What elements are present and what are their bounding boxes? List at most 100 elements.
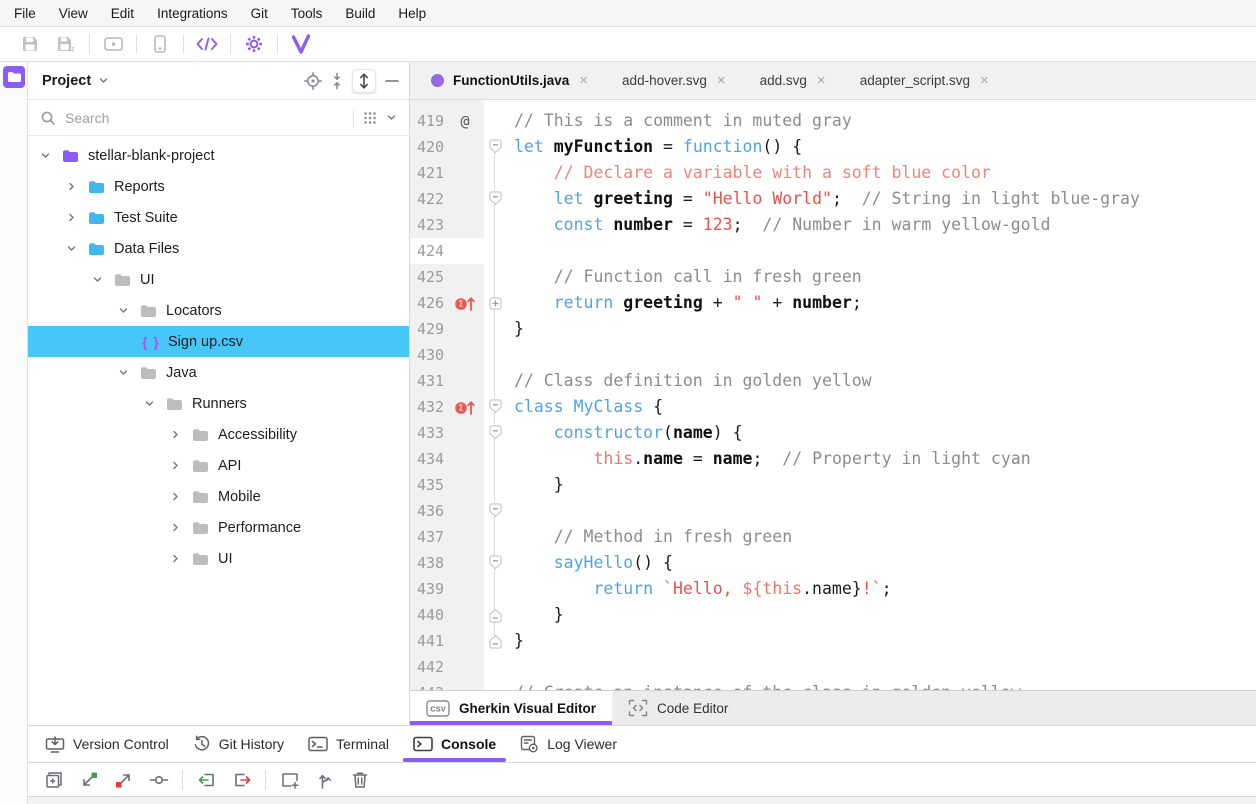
code-line-437[interactable]: 437 // Method in fresh green xyxy=(410,524,1256,550)
tree-item-ui[interactable]: UI xyxy=(28,543,409,574)
code-line-430[interactable]: 430 xyxy=(410,342,1256,368)
breakpoint-icon[interactable]: Σ xyxy=(450,399,480,416)
editor-tab-add-hover-svg[interactable]: add-hover.svg× xyxy=(605,62,743,99)
toolbar-button-v-logo-icon[interactable] xyxy=(283,34,319,54)
tool-window-tab-git-history[interactable]: Git History xyxy=(181,726,296,762)
tool-window-tab-log-viewer[interactable]: Log Viewer xyxy=(508,726,629,762)
panel-button-hide-panel-icon[interactable] xyxy=(385,72,399,90)
fold-minus-icon[interactable] xyxy=(484,186,506,212)
console-button-trash-icon[interactable] xyxy=(342,771,377,789)
editor-tab-functionutils-java[interactable]: FunctionUtils.java× xyxy=(414,62,605,99)
toolbar-button-code-xml-icon[interactable] xyxy=(189,36,225,52)
project-tool-button[interactable] xyxy=(3,66,25,88)
editor-tab-add-svg[interactable]: add.svg× xyxy=(743,62,843,99)
console-button-new-window-icon[interactable] xyxy=(36,770,71,790)
code-line-433[interactable]: 433 constructor(name) { xyxy=(410,420,1256,446)
menu-item-view[interactable]: View xyxy=(59,6,88,21)
tree-item-reports[interactable]: Reports xyxy=(28,171,409,202)
close-tab-icon[interactable]: × xyxy=(579,72,588,89)
code-line-442[interactable]: 442 xyxy=(410,654,1256,680)
fold-plus-icon[interactable] xyxy=(484,290,506,316)
menu-item-file[interactable]: File xyxy=(14,6,36,21)
console-button-add-tab-icon[interactable] xyxy=(272,771,307,789)
code-line-421[interactable]: 421 // Declare a variable with a soft bl… xyxy=(410,160,1256,186)
console-button-fork-arrow-icon[interactable] xyxy=(307,771,342,789)
tree-item-performance[interactable]: Performance xyxy=(28,512,409,543)
search-grid-icon[interactable] xyxy=(363,111,377,125)
code-line-434[interactable]: 434 this.name = name; // Property in lig… xyxy=(410,446,1256,472)
code-line-432[interactable]: 432Σclass MyClass { xyxy=(410,394,1256,420)
toolbar-button-mobile-icon[interactable] xyxy=(142,35,178,53)
tree-item-mobile[interactable]: Mobile xyxy=(28,481,409,512)
editor-tab-adapter-script-svg[interactable]: adapter_script.svg× xyxy=(843,62,1006,99)
chevron-down-icon[interactable] xyxy=(142,398,156,409)
tool-window-tab-terminal[interactable]: Terminal xyxy=(296,726,401,762)
menu-item-help[interactable]: Help xyxy=(398,6,426,21)
close-tab-icon[interactable]: × xyxy=(717,72,726,89)
fold-end-icon[interactable] xyxy=(484,628,506,654)
fold-minus-icon[interactable] xyxy=(484,550,506,576)
toolbar-button-gear-icon[interactable] xyxy=(236,34,272,54)
menu-item-edit[interactable]: Edit xyxy=(111,6,134,21)
fold-end-icon[interactable] xyxy=(484,602,506,628)
code-line-423[interactable]: 423 const number = 123; // Number in war… xyxy=(410,212,1256,238)
menu-item-build[interactable]: Build xyxy=(345,6,375,21)
chevron-right-icon[interactable] xyxy=(64,212,78,223)
menu-item-tools[interactable]: Tools xyxy=(291,6,323,21)
code-line-425[interactable]: 425 // Function call in fresh green xyxy=(410,264,1256,290)
console-button-import-icon[interactable] xyxy=(189,771,224,789)
panel-button-collapse-all-icon[interactable] xyxy=(331,72,343,90)
code-line-431[interactable]: 431// Class definition in golden yellow xyxy=(410,368,1256,394)
search-input[interactable]: Search xyxy=(65,110,109,126)
tree-item-ui[interactable]: UI xyxy=(28,264,409,295)
tree-item-java[interactable]: Java xyxy=(28,357,409,388)
code-line-424[interactable]: 424 xyxy=(410,238,1256,264)
tool-window-tab-console[interactable]: Console xyxy=(401,726,508,762)
tree-item-test-suite[interactable]: Test Suite xyxy=(28,202,409,233)
code-line-436[interactable]: 436 xyxy=(410,498,1256,524)
fold-minus-icon[interactable] xyxy=(484,498,506,524)
tree-item-stellar-blank-project[interactable]: stellar-blank-project xyxy=(28,140,409,171)
chevron-down-icon[interactable] xyxy=(116,367,130,378)
panel-button-expand-all-icon[interactable] xyxy=(352,69,376,93)
toolbar-button-monitor-icon[interactable] xyxy=(95,36,131,52)
menu-item-git[interactable]: Git xyxy=(251,6,268,21)
chevron-right-icon[interactable] xyxy=(168,491,182,502)
toolbar-button-save-all-icon[interactable] xyxy=(48,35,84,53)
code-line-441[interactable]: 441} xyxy=(410,628,1256,654)
console-button-commit-node-icon[interactable] xyxy=(141,774,176,786)
code-line-439[interactable]: 439 return `Hello, ${this.name}!`; xyxy=(410,576,1256,602)
chevron-down-icon[interactable] xyxy=(64,243,78,254)
chevron-right-icon[interactable] xyxy=(64,181,78,192)
close-tab-icon[interactable]: × xyxy=(980,72,989,89)
code-line-440[interactable]: 440 } xyxy=(410,602,1256,628)
tree-item-sign-up-csv[interactable]: { }Sign up.csv xyxy=(28,326,409,357)
tree-item-locators[interactable]: Locators xyxy=(28,295,409,326)
chevron-right-icon[interactable] xyxy=(168,553,182,564)
view-tab-gherkin-visual-editor[interactable]: CSVGherkin Visual Editor xyxy=(410,691,612,725)
code-line-443[interactable]: 443// Create an instance of the class in… xyxy=(410,680,1256,690)
toolbar-button-save-icon[interactable] xyxy=(12,35,48,53)
console-button-step-out-icon[interactable] xyxy=(106,770,141,790)
fold-minus-icon[interactable] xyxy=(484,420,506,446)
close-tab-icon[interactable]: × xyxy=(817,72,826,89)
chevron-right-icon[interactable] xyxy=(168,429,182,440)
fold-minus-icon[interactable] xyxy=(484,134,506,160)
tool-window-tab-version-control[interactable]: Version Control xyxy=(33,726,181,762)
chevron-down-icon[interactable] xyxy=(38,150,52,161)
breakpoint-icon[interactable]: Σ xyxy=(450,295,480,312)
search-chevron-down-icon[interactable] xyxy=(386,112,397,123)
view-tab-code-editor[interactable]: Code Editor xyxy=(612,691,744,725)
code-editor[interactable]: 419@// This is a comment in muted gray42… xyxy=(410,100,1256,690)
code-line-420[interactable]: 420let myFunction = function() { xyxy=(410,134,1256,160)
project-search-row[interactable]: Search xyxy=(28,100,409,136)
code-line-435[interactable]: 435 } xyxy=(410,472,1256,498)
console-button-step-into-icon[interactable] xyxy=(71,770,106,790)
chevron-right-icon[interactable] xyxy=(168,522,182,533)
code-line-429[interactable]: 429} xyxy=(410,316,1256,342)
code-line-419[interactable]: 419@// This is a comment in muted gray xyxy=(410,108,1256,134)
console-button-export-icon[interactable] xyxy=(224,771,259,789)
code-line-422[interactable]: 422 let greeting = "Hello World"; // Str… xyxy=(410,186,1256,212)
chevron-down-icon[interactable] xyxy=(90,274,104,285)
fold-minus-icon[interactable] xyxy=(484,394,506,420)
